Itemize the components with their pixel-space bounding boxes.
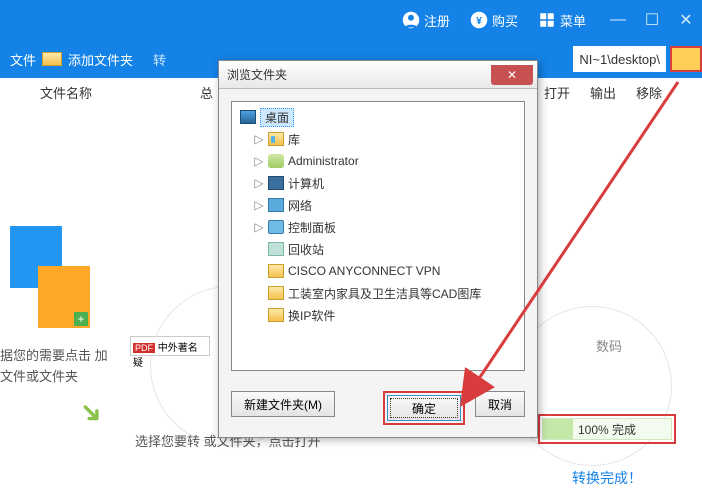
maximize-button[interactable]: ☐ <box>640 8 664 32</box>
tree-item[interactable]: ▷ 控制面板 <box>236 216 520 238</box>
tree-item-label: 控制面板 <box>288 219 336 236</box>
browse-folder-dialog: 浏览文件夹 ✕ 桌面 ▷库▷Administrator▷计算机▷网络▷控制面板回… <box>218 60 538 438</box>
folder-tree[interactable]: 桌面 ▷库▷Administrator▷计算机▷网络▷控制面板回收站CISCO … <box>231 101 525 371</box>
new-folder-button[interactable]: 新建文件夹(M) <box>231 391 335 417</box>
tree-item-label: CISCO ANYCONNECT VPN <box>288 264 440 278</box>
register-button[interactable]: 注册 <box>392 7 460 34</box>
conversion-done-text: 转换完成！ <box>572 468 642 488</box>
add-file-button[interactable]: 文件 <box>10 50 36 69</box>
tree-item[interactable]: ▷ 计算机 <box>236 172 520 194</box>
drop-hint-text: 据您的需要点击 加文件或文件夹 <box>0 346 120 388</box>
svg-text:¥: ¥ <box>476 15 482 27</box>
desktop-icon <box>240 110 256 124</box>
expander-icon[interactable]: ▷ <box>254 176 264 190</box>
control-icon <box>268 220 284 234</box>
arrow-icon: ➜ <box>72 393 112 433</box>
ok-button[interactable]: 确定 <box>387 395 461 421</box>
file-thumb[interactable]: PDF 中外著名疑 <box>130 336 210 356</box>
expander-icon[interactable]: ▷ <box>254 154 264 168</box>
expander-icon[interactable]: ▷ <box>254 132 264 146</box>
dialog-title: 浏览文件夹 <box>227 66 287 83</box>
computer-icon <box>268 176 284 190</box>
tree-item-label: 网络 <box>288 197 312 214</box>
cancel-button[interactable]: 取消 <box>475 391 525 417</box>
tree-item[interactable]: 换IP软件 <box>236 304 520 326</box>
toolbar-more: 转 <box>153 50 166 69</box>
col-name: 文件名称 <box>40 83 200 102</box>
yen-icon: ¥ <box>470 11 488 29</box>
tree-item-label: Administrator <box>288 154 359 168</box>
tree-item[interactable]: 回收站 <box>236 238 520 260</box>
register-label: 注册 <box>424 11 450 30</box>
close-button[interactable]: ✕ <box>674 8 698 32</box>
buy-label: 购买 <box>492 11 518 30</box>
output-path-text: NI~1\desktop\ <box>579 52 660 67</box>
pdf-badge: PDF <box>133 343 155 353</box>
user-icon <box>268 154 284 168</box>
tree-item[interactable]: ▷ 网络 <box>236 194 520 216</box>
browse-folder-button[interactable] <box>670 46 702 72</box>
tree-item-label: 库 <box>288 131 300 148</box>
dialog-close-button[interactable]: ✕ <box>491 65 533 85</box>
tree-item[interactable]: ▷ Administrator <box>236 150 520 172</box>
tree-root-label: 桌面 <box>260 108 294 127</box>
progress-bar: 100% 完成 <box>542 418 672 440</box>
tree-item-label: 计算机 <box>288 175 324 192</box>
dialog-titlebar[interactable]: 浏览文件夹 ✕ <box>219 61 537 89</box>
network-icon <box>268 198 284 212</box>
expander-icon[interactable]: ▷ <box>254 220 264 234</box>
tree-item-label: 回收站 <box>288 241 324 258</box>
folder-icon <box>42 52 62 66</box>
tree-item[interactable]: ▷库 <box>236 128 520 150</box>
add-folder-button[interactable]: 添加文件夹 <box>68 50 133 69</box>
tree-item-label: 换IP软件 <box>288 307 335 324</box>
tree-item-label: 工装室内家具及卫生洁具等CAD图库 <box>288 285 481 302</box>
dialog-buttons: 新建文件夹(M) 确定 取消 <box>219 383 537 437</box>
col-output: 输出 <box>590 83 616 102</box>
ok-highlight: 确定 <box>383 391 465 425</box>
progress-done-label: 完成 <box>612 423 636 437</box>
folder-icon <box>268 308 284 322</box>
folder-icon <box>268 286 284 300</box>
minimize-button[interactable]: — <box>606 8 630 32</box>
digital-label: 数码 <box>596 336 622 355</box>
menu-button[interactable]: 菜单 <box>528 7 596 34</box>
col-total: 总 <box>200 83 213 102</box>
grid-icon <box>538 11 556 29</box>
title-bar: 注册 ¥ 购买 菜单 — ☐ ✕ <box>0 0 702 40</box>
buy-button[interactable]: ¥ 购买 <box>460 7 528 34</box>
lib-icon <box>268 132 284 146</box>
menu-label: 菜单 <box>560 11 586 30</box>
expander-icon[interactable]: ▷ <box>254 198 264 212</box>
tree-root[interactable]: 桌面 <box>236 106 520 128</box>
recycle-icon <box>268 242 284 256</box>
col-remove: 移除 <box>636 83 662 102</box>
tree-item[interactable]: CISCO ANYCONNECT VPN <box>236 260 520 282</box>
output-path[interactable]: NI~1\desktop\ <box>573 46 666 72</box>
folder-icon <box>268 264 284 278</box>
tree-item[interactable]: 工装室内家具及卫生洁具等CAD图库 <box>236 282 520 304</box>
col-open: 打开 <box>544 83 570 102</box>
progress-pct: 100% <box>578 423 609 437</box>
user-icon <box>402 11 420 29</box>
